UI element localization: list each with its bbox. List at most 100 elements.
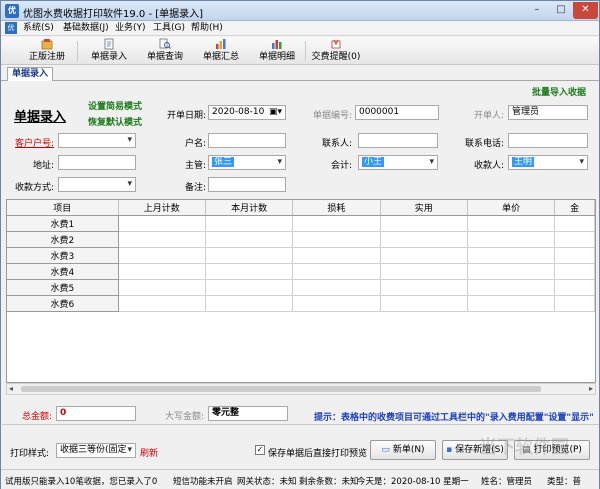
phone-field[interactable] xyxy=(508,133,588,148)
table-cell[interactable] xyxy=(292,295,381,312)
table-cell[interactable] xyxy=(467,279,556,296)
register-button[interactable]: 正版注册 xyxy=(23,38,71,64)
minimize-button[interactable]: – xyxy=(525,2,549,19)
table-cell[interactable] xyxy=(380,247,468,264)
table-row[interactable]: 水费2 xyxy=(7,231,595,248)
hint-text: 提示：表格中的收费项目可通过工具栏中的"录入费用配置"设置"显示" xyxy=(314,413,594,423)
customer-no-combo[interactable] xyxy=(58,133,136,148)
scroll-left-icon[interactable]: ◂ xyxy=(9,384,13,394)
status-network: 网关状态：未知 xyxy=(237,477,297,487)
table-cell[interactable] xyxy=(554,279,595,296)
refresh-link[interactable]: 刷新 xyxy=(140,446,158,459)
table-cell[interactable] xyxy=(467,231,556,248)
new-document-button[interactable]: ▭ 新单(N) xyxy=(370,440,436,460)
open-date-picker[interactable]: 2020-08-10 ▣▾ xyxy=(208,105,286,120)
reminder-button[interactable]: 交费提醒(0) xyxy=(311,38,361,64)
col-header-this-month[interactable]: 本月计数 xyxy=(205,200,294,216)
table-row[interactable]: 水费5 xyxy=(7,279,595,296)
print-style-combo[interactable]: 收据三等份(固定 xyxy=(56,443,136,458)
supervisor-combo[interactable]: 张三 xyxy=(208,155,286,170)
table-cell[interactable] xyxy=(554,263,595,280)
receiver-label: 收款人: xyxy=(473,161,504,171)
table-cell[interactable] xyxy=(292,263,381,280)
table-cell[interactable] xyxy=(380,231,468,248)
open-date-label: 开单日期: xyxy=(166,111,206,121)
menu-tools[interactable]: 工具(G) xyxy=(153,22,185,35)
table-cell[interactable] xyxy=(205,279,294,296)
detail-label: 单据明细 xyxy=(258,52,295,62)
col-header-actual[interactable]: 实用 xyxy=(380,200,468,216)
col-header-last-month[interactable]: 上月计数 xyxy=(118,200,206,216)
tab-document-entry[interactable]: 单据录入 xyxy=(7,67,54,81)
issuer-field[interactable]: 管理员 xyxy=(508,105,588,120)
table-cell[interactable] xyxy=(205,263,294,280)
table-cell[interactable] xyxy=(467,263,556,280)
menu-basic-data[interactable]: 基础数据(J) xyxy=(63,22,109,35)
table-row[interactable]: 水费4 xyxy=(7,263,595,280)
col-header-item[interactable]: 项目 xyxy=(7,200,119,216)
col-header-loss[interactable]: 损耗 xyxy=(292,200,381,216)
table-cell[interactable] xyxy=(292,279,381,296)
table-cell[interactable] xyxy=(292,247,381,264)
table-cell[interactable] xyxy=(380,295,468,312)
pay-method-combo[interactable] xyxy=(58,177,136,192)
address-field[interactable] xyxy=(58,155,136,170)
table-cell[interactable] xyxy=(554,215,595,232)
table-cell[interactable] xyxy=(554,295,595,312)
table-cell[interactable] xyxy=(467,215,556,232)
table-cell[interactable] xyxy=(380,279,468,296)
table-cell[interactable] xyxy=(205,215,294,232)
table-cell[interactable] xyxy=(205,231,294,248)
doc-no-field[interactable]: 0000001 xyxy=(355,105,439,120)
receiver-combo[interactable]: 王明 xyxy=(508,155,588,170)
table-cell[interactable] xyxy=(292,215,381,232)
table-row[interactable]: 水费3 xyxy=(7,247,595,264)
scroll-right-icon[interactable]: ▸ xyxy=(589,384,593,394)
accountant-combo[interactable]: 小王 xyxy=(358,155,438,170)
batch-import-link[interactable]: 批量导入收据 xyxy=(532,85,586,98)
table-cell[interactable] xyxy=(467,247,556,264)
menu-system[interactable]: 系统(S) xyxy=(23,22,54,35)
scrollbar-thumb[interactable] xyxy=(21,386,541,392)
table-row[interactable]: 水费1 xyxy=(7,215,595,232)
simple-mode-link[interactable]: 设置简易模式 xyxy=(88,99,142,112)
maximize-button[interactable]: □ xyxy=(549,2,573,19)
table-cell[interactable] xyxy=(554,231,595,248)
account-name-field[interactable] xyxy=(208,133,286,148)
fee-items-grid[interactable]: 项目 上月计数 本月计数 损耗 实用 单价 金 水费1 水费2 水费3 水费4 … xyxy=(6,199,596,383)
col-header-amount[interactable]: 金 xyxy=(554,200,595,216)
col-header-unit-price[interactable]: 单价 xyxy=(467,200,556,216)
table-cell[interactable] xyxy=(118,279,206,296)
remark-field[interactable] xyxy=(208,177,286,192)
calendar-icon[interactable]: ▣▾ xyxy=(269,106,282,119)
detail-button[interactable]: 单据明细 xyxy=(253,38,301,64)
summary-label: 单据汇总 xyxy=(202,52,239,62)
summary-button[interactable]: 单据汇总 xyxy=(197,38,245,64)
default-mode-link[interactable]: 恢复默认模式 xyxy=(88,115,142,128)
table-cell[interactable] xyxy=(118,231,206,248)
table-cell[interactable] xyxy=(205,247,294,264)
table-cell[interactable] xyxy=(380,263,468,280)
table-row[interactable]: 水费6 xyxy=(7,295,595,312)
table-cell[interactable] xyxy=(205,295,294,312)
save-preview-checkbox[interactable]: ✓ xyxy=(255,445,265,455)
table-cell[interactable] xyxy=(118,295,206,312)
menu-help[interactable]: 帮助(H) xyxy=(191,22,223,35)
document-entry-button[interactable]: 单据录入 xyxy=(85,38,133,64)
table-cell[interactable] xyxy=(118,215,206,232)
table-cell[interactable] xyxy=(467,295,556,312)
table-cell[interactable] xyxy=(292,231,381,248)
detail-chart-icon xyxy=(272,40,282,49)
accountant-label: 会计: xyxy=(330,161,352,171)
table-cell[interactable] xyxy=(554,247,595,264)
close-button[interactable]: ✕ xyxy=(573,2,598,19)
row-item-name: 水费4 xyxy=(7,263,119,280)
total-amount-field: 0 xyxy=(56,406,136,421)
menu-business[interactable]: 业务(Y) xyxy=(115,22,146,35)
table-cell[interactable] xyxy=(118,247,206,264)
horizontal-scrollbar[interactable]: ◂ ▸ xyxy=(6,383,596,395)
table-cell[interactable] xyxy=(380,215,468,232)
document-search-button[interactable]: 单据查询 xyxy=(141,38,189,64)
contact-field[interactable] xyxy=(358,133,438,148)
table-cell[interactable] xyxy=(118,263,206,280)
